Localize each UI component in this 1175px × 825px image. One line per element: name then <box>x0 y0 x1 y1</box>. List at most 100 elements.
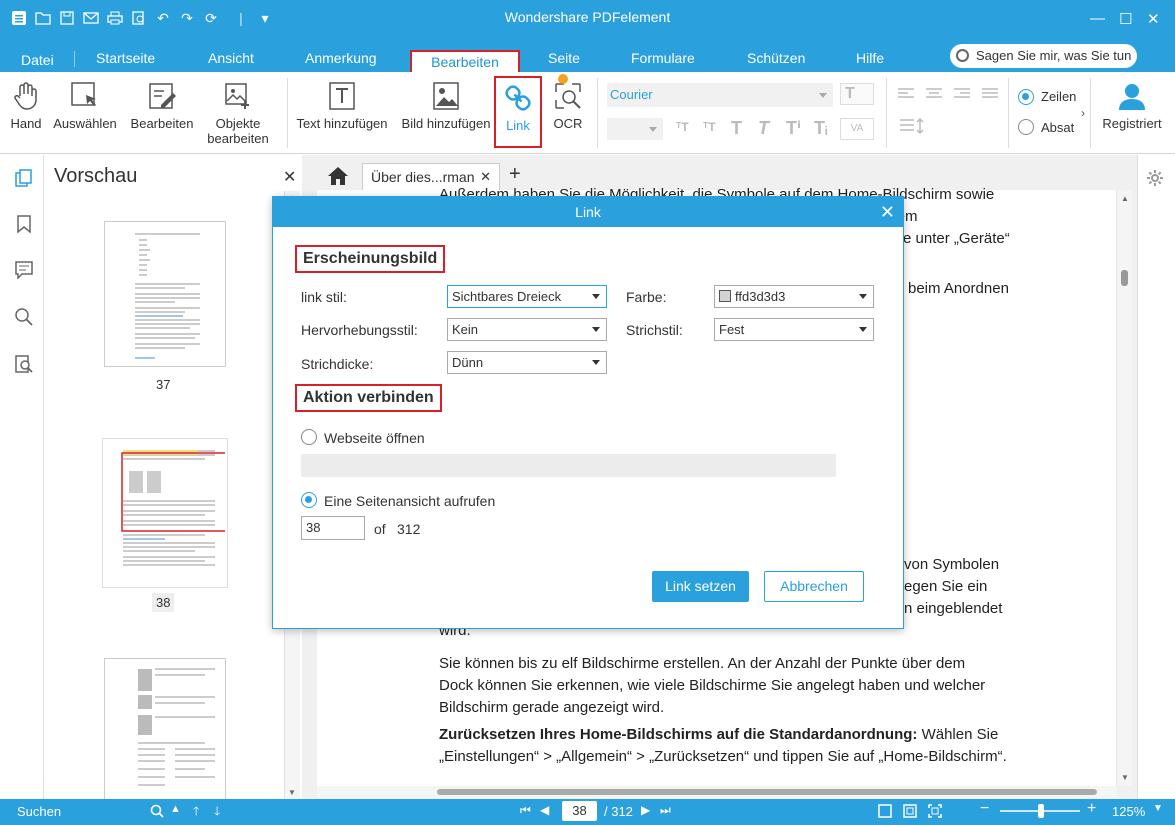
tab-home[interactable]: Startseite <box>96 50 155 66</box>
document-vertical-scrollbar[interactable]: ▲ ▼ <box>1116 190 1132 786</box>
fit-page-icon[interactable] <box>903 804 917 818</box>
justify-icon[interactable] <box>982 88 998 100</box>
increase-font-icon[interactable]: ᵀT <box>676 120 689 134</box>
scrollbar-thumb[interactable] <box>437 789 1097 795</box>
decrease-font-icon[interactable]: ᵀT <box>703 120 716 134</box>
ribbon-divider <box>597 78 598 148</box>
pages-icon[interactable] <box>15 169 33 187</box>
color-select[interactable]: ffd3d3d3 <box>714 285 874 308</box>
tab-forms[interactable]: Formulare <box>631 50 695 66</box>
select-tool-button[interactable]: Auswählen <box>52 80 118 131</box>
font-size-select[interactable] <box>607 118 663 140</box>
search-previous-icon[interactable]: ▲ <box>170 803 181 815</box>
search-icon[interactable] <box>15 308 33 326</box>
ocr-badge-icon <box>558 74 568 84</box>
single-page-view-icon[interactable] <box>878 804 892 818</box>
align-left-icon[interactable] <box>898 88 914 100</box>
close-icon[interactable]: ✕ <box>1147 10 1160 28</box>
search-document-icon[interactable] <box>15 355 33 373</box>
hand-icon <box>10 80 42 112</box>
arrow-down-icon[interactable]: 🡓 <box>214 802 220 823</box>
maximize-icon[interactable]: ☐ <box>1119 10 1132 28</box>
search-status-label: Suchen <box>17 804 62 819</box>
edit-button[interactable]: Bearbeiten <box>127 80 197 131</box>
page-number-field[interactable]: 38 <box>301 516 365 540</box>
scroll-down-icon[interactable]: ▼ <box>1121 773 1129 782</box>
line-mode-radio[interactable] <box>1018 89 1034 105</box>
url-input[interactable] <box>301 454 836 477</box>
last-page-icon[interactable]: ⏭ <box>660 803 671 818</box>
ribbon-scroll-right-icon[interactable]: › <box>1081 106 1085 120</box>
goto-page-radio[interactable] <box>301 492 317 508</box>
tab-file[interactable]: Datei <box>21 52 54 68</box>
align-center-icon[interactable] <box>926 88 942 100</box>
zoom-in-icon[interactable]: + <box>1087 800 1096 818</box>
tell-me-search-input[interactable]: Sagen Sie mir, was Sie tun <box>950 44 1137 68</box>
tab-view[interactable]: Ansicht <box>208 50 254 66</box>
scroll-down-icon[interactable]: ▼ <box>288 788 296 797</box>
zoom-out-icon[interactable]: − <box>980 800 989 818</box>
arrow-up-icon[interactable]: 🡑 <box>193 802 199 823</box>
line-mode-label: Zeilen <box>1041 89 1077 104</box>
add-image-button[interactable]: Bild hinzufügen <box>398 80 494 131</box>
text-size-button[interactable]: T <box>840 83 874 105</box>
open-webpage-radio[interactable] <box>301 429 317 445</box>
ocr-label: OCR <box>553 116 583 131</box>
tab-comment[interactable]: Anmerkung <box>305 50 377 66</box>
ribbon-divider <box>287 78 288 148</box>
zoom-slider-handle[interactable] <box>1038 804 1044 818</box>
page-number-input[interactable]: 38 <box>562 801 597 821</box>
line-spacing-icon[interactable] <box>900 118 928 134</box>
next-page-icon[interactable]: ▶ <box>641 803 650 817</box>
page-thumbnail[interactable] <box>104 658 226 799</box>
scroll-up-icon[interactable]: ▲ <box>1121 194 1129 203</box>
home-icon[interactable] <box>327 166 349 186</box>
paragraph-mode-radio[interactable] <box>1018 119 1034 135</box>
hand-tool-button[interactable]: Hand <box>8 80 44 131</box>
tab-protect[interactable]: Schützen <box>747 50 805 66</box>
text-scale-button[interactable]: VA <box>840 118 874 140</box>
link-button[interactable]: Link <box>494 76 542 148</box>
gear-icon[interactable] <box>1146 169 1164 187</box>
registered-button[interactable]: Registriert <box>1096 80 1168 131</box>
bold-icon[interactable]: T <box>731 118 742 139</box>
tab-edit[interactable]: Bearbeiten <box>410 50 520 72</box>
close-icon[interactable]: ✕ <box>880 197 895 227</box>
scrollbar-thumb[interactable] <box>1121 270 1128 286</box>
ocr-button[interactable]: OCR <box>548 74 588 131</box>
zoom-slider[interactable] <box>1000 804 1080 818</box>
align-right-icon[interactable] <box>954 88 970 100</box>
first-page-icon[interactable]: ⏮ <box>520 803 531 818</box>
app-title: Wondershare PDFelement <box>504 9 671 25</box>
line-style-select[interactable]: Fest <box>714 318 874 341</box>
bookmark-icon[interactable] <box>15 215 33 233</box>
close-icon[interactable]: ✕ <box>283 167 296 187</box>
new-tab-icon[interactable]: + <box>509 163 521 186</box>
search-icon[interactable] <box>150 804 164 818</box>
tab-help[interactable]: Hilfe <box>856 50 884 66</box>
line-width-value: Dünn <box>452 355 484 370</box>
previous-page-icon[interactable]: ◀ <box>540 803 549 817</box>
cancel-button[interactable]: Abbrechen <box>764 571 864 602</box>
fit-width-icon[interactable] <box>928 804 942 818</box>
font-family-select[interactable]: Courier <box>607 83 833 107</box>
document-tab-label: Über dies...rman <box>371 169 475 185</box>
document-horizontal-scrollbar[interactable] <box>317 786 1117 798</box>
edit-objects-button[interactable]: Objekte bearbeiten <box>203 80 273 146</box>
line-width-label: Strichdicke: <box>301 356 374 372</box>
comment-icon[interactable] <box>15 261 33 279</box>
italic-icon[interactable]: T <box>758 118 769 139</box>
highlight-style-select[interactable]: Kein <box>447 318 607 341</box>
line-width-select[interactable]: Dünn <box>447 351 607 374</box>
link-style-select[interactable]: Sichtbares Dreieck <box>447 285 607 308</box>
zoom-dropdown-icon[interactable]: ▼ <box>1153 803 1163 814</box>
user-icon <box>1116 80 1148 112</box>
page-thumbnail-selected[interactable] <box>102 438 228 588</box>
page-thumbnail[interactable] <box>104 221 226 367</box>
add-text-button[interactable]: Text hinzufügen <box>292 80 392 131</box>
subscript-icon[interactable]: Tᵢ <box>814 118 828 139</box>
set-link-button[interactable]: Link setzen <box>652 571 749 602</box>
superscript-icon[interactable]: Tⁱ <box>786 118 801 139</box>
tab-page[interactable]: Seite <box>548 50 580 66</box>
minimize-icon[interactable]: — <box>1090 10 1105 27</box>
